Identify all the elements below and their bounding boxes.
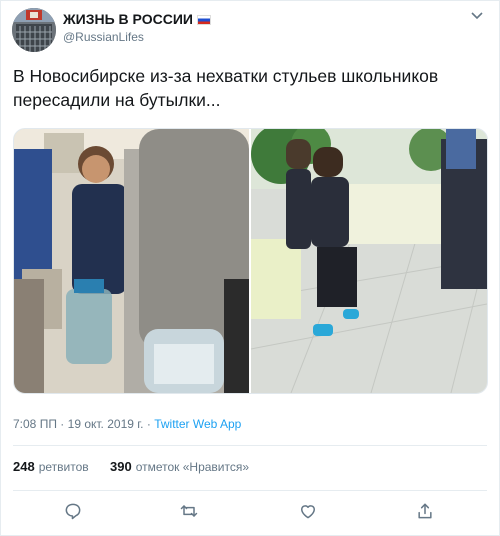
reply-icon[interactable] [63, 501, 83, 521]
client-link[interactable]: Twitter Web App [154, 417, 241, 431]
retweets-label: ретвитов [38, 460, 89, 474]
tweet-stats: 248 ретвитов 390 отметок «Нравится» [13, 459, 267, 474]
tweet-card: ЖИЗНЬ В РОССИИ @RussianLifes В Новосибир… [0, 0, 500, 536]
author-name[interactable]: ЖИЗНЬ В РОССИИ [63, 11, 211, 27]
likes-label: отметок «Нравится» [135, 460, 250, 474]
media-photo-right[interactable] [251, 129, 487, 393]
meta-separator: · [60, 417, 65, 431]
tweet-date[interactable]: 19 окт. 2019 г. [68, 417, 144, 431]
tweet-meta: 7:08 ПП · 19 окт. 2019 г. · Twitter Web … [13, 417, 241, 431]
tweet-media[interactable] [13, 128, 488, 394]
heart-icon[interactable] [298, 501, 318, 521]
retweets-stat[interactable]: 248 ретвитов [13, 459, 89, 474]
tweet-text: В Новосибирске из-за нехватки стульев шк… [13, 66, 439, 110]
tweet-time[interactable]: 7:08 ПП [13, 417, 57, 431]
media-photo-left[interactable] [14, 129, 249, 393]
author-handle[interactable]: @RussianLifes [63, 30, 144, 44]
divider [13, 445, 487, 446]
chevron-down-icon[interactable] [469, 9, 485, 23]
likes-count: 390 [109, 459, 132, 474]
retweets-count: 248 [13, 459, 35, 474]
retweet-icon[interactable] [179, 501, 199, 521]
divider [13, 490, 487, 491]
russia-flag-icon [196, 15, 211, 25]
avatar-image [12, 8, 56, 52]
author-name-text: ЖИЗНЬ В РОССИИ [63, 11, 193, 27]
share-icon[interactable] [415, 501, 435, 521]
meta-separator: · [146, 417, 151, 431]
avatar[interactable] [12, 8, 56, 52]
likes-stat[interactable]: 390 отметок «Нравится» [109, 459, 250, 474]
